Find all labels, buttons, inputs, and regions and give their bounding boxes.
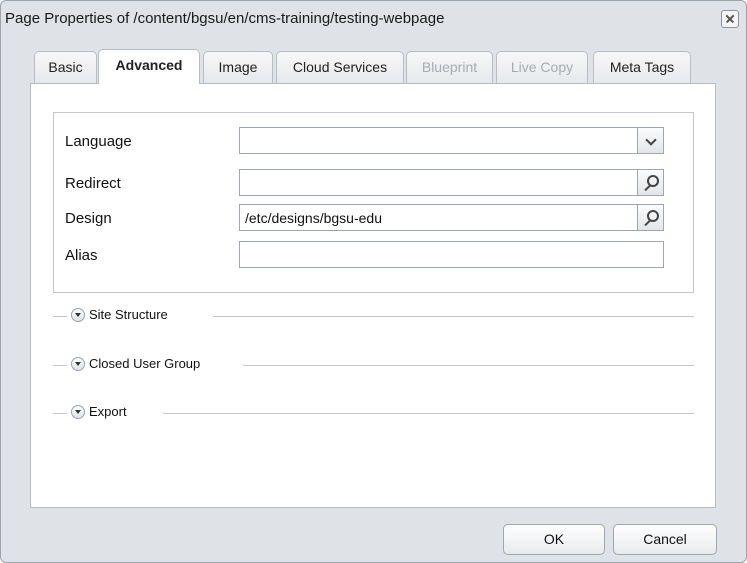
language-select[interactable] (239, 127, 664, 154)
alias-field[interactable] (239, 241, 664, 268)
divider-line (213, 316, 694, 317)
tab-basic[interactable]: Basic (34, 51, 97, 83)
tab-cloud-services[interactable]: Cloud Services (276, 51, 404, 83)
design-browse-button[interactable] (637, 204, 664, 231)
search-icon (647, 210, 659, 222)
tab-meta-tags[interactable]: Meta Tags (593, 51, 691, 83)
redirect-field[interactable] (239, 169, 664, 196)
tab-image[interactable]: Image (203, 51, 273, 83)
tab-live-copy: Live Copy (496, 51, 588, 83)
page-properties-dialog: Page Properties of /content/bgsu/en/cms-… (0, 0, 747, 563)
expand-icon[interactable] (71, 357, 85, 371)
redirect-browse-button[interactable] (637, 169, 664, 196)
language-label: Language (65, 133, 132, 150)
design-value: /etc/designs/bgsu-edu (245, 210, 382, 226)
section-label: Site Structure (89, 307, 172, 322)
design-field[interactable]: /etc/designs/bgsu-edu (239, 204, 664, 231)
cancel-button[interactable]: Cancel (613, 524, 717, 555)
divider-line (243, 365, 694, 366)
divider-line (53, 316, 67, 317)
close-icon[interactable] (721, 10, 739, 28)
ok-button[interactable]: OK (503, 524, 605, 555)
alias-label: Alias (65, 247, 98, 264)
advanced-panel: Language Redirect Design /etc/designs/bg… (30, 83, 716, 508)
search-icon (647, 175, 659, 187)
dialog-title: Page Properties of /content/bgsu/en/cms-… (5, 10, 445, 27)
section-label: Export (89, 404, 131, 419)
dialog-titlebar[interactable]: Page Properties of /content/bgsu/en/cms-… (1, 1, 746, 41)
expand-icon[interactable] (71, 308, 85, 322)
chevron-down-icon (645, 134, 657, 146)
redirect-label: Redirect (65, 175, 121, 192)
tab-blueprint: Blueprint (406, 51, 493, 83)
design-label: Design (65, 210, 112, 227)
divider-line (53, 413, 67, 414)
section-site-structure[interactable]: Site Structure (53, 307, 694, 327)
divider-line (163, 413, 694, 414)
divider-line (53, 365, 67, 366)
section-closed-user-group[interactable]: Closed User Group (53, 356, 694, 376)
section-label: Closed User Group (89, 356, 205, 371)
tab-advanced[interactable]: Advanced (98, 49, 200, 84)
language-dropdown-trigger[interactable] (637, 127, 664, 154)
expand-icon[interactable] (71, 405, 85, 419)
section-export[interactable]: Export (53, 404, 694, 424)
